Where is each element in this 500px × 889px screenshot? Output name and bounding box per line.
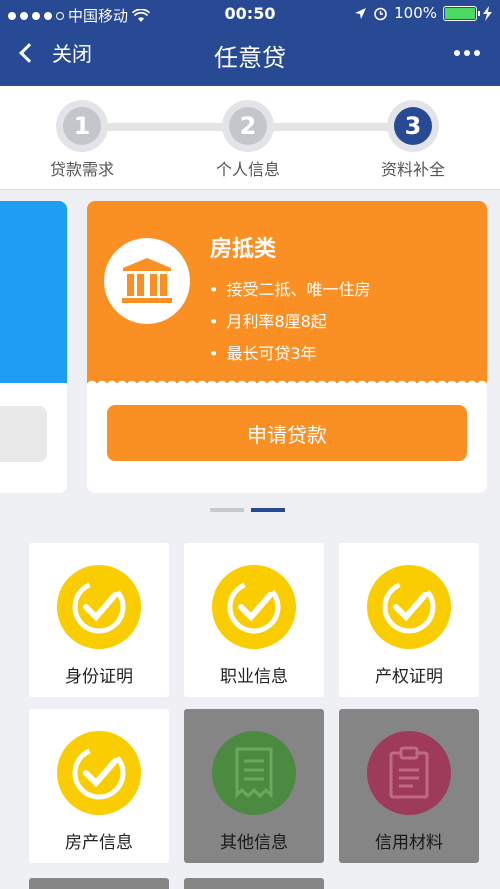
alarm-icon [374, 7, 387, 20]
step-label: 资料补全 [380, 160, 445, 179]
previous-card-header [0, 201, 67, 383]
more-dot [474, 50, 480, 56]
battery-percent: 100% [394, 4, 437, 22]
pager-indicator-active[interactable] [251, 508, 285, 512]
doc-tile-identity[interactable]: 身份证明 [29, 543, 169, 697]
check-badge-icon [367, 565, 451, 649]
charging-icon [483, 5, 492, 21]
doc-tile-occupation[interactable]: 职业信息 [184, 543, 324, 697]
step-number: 3 [394, 107, 432, 145]
loan-type-name: 房抵类 [210, 237, 277, 262]
location-arrow-icon [355, 7, 367, 19]
more-menu-button[interactable] [454, 50, 480, 56]
doc-tile-property-info[interactable]: 房产信息 [29, 709, 169, 863]
receipt-icon [212, 731, 296, 815]
carousel-pager [210, 508, 285, 512]
doc-tile-label: 其他信息 [220, 833, 288, 853]
more-dot [464, 50, 470, 56]
progress-stepper: 1 贷款需求 2 个人信息 3 资料补全 [0, 86, 500, 190]
step-1[interactable]: 1 贷款需求 [27, 100, 137, 180]
step-number: 1 [63, 107, 101, 145]
doc-tile-property-right[interactable]: 产权证明 [339, 543, 479, 697]
step-label: 个人信息 [215, 160, 280, 179]
doc-tile-partial[interactable] [184, 878, 324, 889]
loan-card[interactable]: 房抵类 接受二抵、唯一住房 月利率8厘8起 最长可贷3年 申请贷款 [87, 201, 487, 493]
status-right: 100% [354, 4, 492, 22]
doc-tile-credit[interactable]: 信用材料 [339, 709, 479, 863]
step-label: 贷款需求 [49, 160, 114, 179]
doc-tile-label: 信用材料 [375, 833, 443, 853]
doc-tile-label: 职业信息 [220, 667, 288, 687]
doc-tile-label: 房产信息 [65, 833, 133, 853]
doc-tile-other-info[interactable]: 其他信息 [184, 709, 324, 863]
check-badge-icon [212, 565, 296, 649]
more-dot [454, 50, 460, 56]
check-badge-icon [57, 731, 141, 815]
scallop-divider [87, 377, 487, 389]
step-2[interactable]: 2 个人信息 [193, 100, 303, 180]
pager-indicator[interactable] [210, 508, 244, 512]
step-3[interactable]: 3 资料补全 [358, 100, 468, 180]
step-number: 2 [229, 107, 267, 145]
loan-feature: 最长可贷3年 [209, 340, 316, 364]
nav-bar: 关闭 任意贷 [0, 28, 500, 86]
clipboard-icon [367, 731, 451, 815]
top-bar: 中国移动 00:50 100% 关闭 任意贷 [0, 0, 500, 86]
doc-tile-partial[interactable] [29, 878, 169, 889]
bank-building-icon [104, 238, 190, 324]
apply-loan-button[interactable]: 申请贷款 [107, 405, 467, 461]
status-bar: 中国移动 00:50 100% [0, 0, 500, 28]
doc-tile-label: 身份证明 [65, 667, 133, 687]
previous-card-button[interactable] [0, 406, 47, 462]
loan-feature: 接受二抵、唯一住房 [209, 276, 370, 300]
loan-card-previous[interactable] [0, 201, 67, 493]
doc-tile-label: 产权证明 [375, 667, 443, 687]
loan-feature: 月利率8厘8起 [209, 308, 326, 332]
battery-icon [443, 5, 480, 21]
check-badge-icon [57, 565, 141, 649]
page-title: 任意贷 [214, 44, 286, 72]
